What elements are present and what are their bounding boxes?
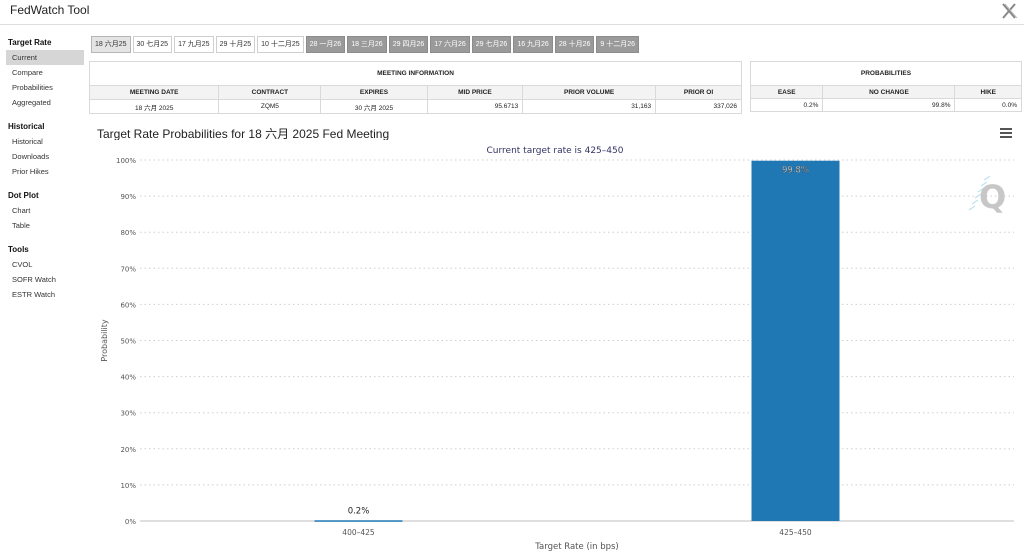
column-header: MID PRICE <box>426 85 524 100</box>
meeting-date-tab[interactable]: 28 十月26 <box>554 36 595 53</box>
meeting-date-tab[interactable]: 10 十二月25 <box>257 36 304 53</box>
title-divider <box>0 24 1024 25</box>
meeting-date-tab[interactable]: 9 十二月26 <box>596 36 639 53</box>
sidebar-item[interactable]: Historical <box>6 134 84 149</box>
probability-bar-chart: Current target rate is 425–450 0% 10% 20% 30… <box>89 140 1021 554</box>
meeting-date-tab[interactable]: 16 九月26 <box>513 36 553 53</box>
sidebar-heading: Historical <box>8 122 45 131</box>
table-cell: 31,163 <box>522 99 657 114</box>
meeting-date-tab[interactable]: 17 六月26 <box>430 36 470 53</box>
sidebar-section: Historical Historical Downloads Prior Hikes <box>6 118 84 179</box>
meeting-date-tab[interactable]: 29 七月26 <box>471 36 512 53</box>
close-icon[interactable] <box>1000 2 1018 20</box>
sidebar-item[interactable]: Probabilities <box>6 80 84 95</box>
table-cell: 95.6713 <box>426 99 524 114</box>
x-tick-label: 425–450 <box>779 528 812 537</box>
x-tick-label: 400–425 <box>342 528 375 537</box>
meeting-date-tabs: 18 六月25 30 七月25 17 九月25 29 十月25 10 十二月25 28 一… <box>91 36 641 53</box>
column-header: NO CHANGE <box>822 85 956 99</box>
sidebar-section: Target Rate Current Compare Probabilities Ag… <box>6 34 84 110</box>
column-header: HIKE <box>954 85 1022 99</box>
column-header: PRIOR OI <box>655 85 742 100</box>
sidebar-heading: Tools <box>8 245 29 254</box>
svg-text:Q: Q <box>979 178 1006 216</box>
bar[interactable] <box>751 160 840 522</box>
y-tick-label: 30% <box>120 410 136 418</box>
column-header: EASE <box>749 85 824 99</box>
sidebar-item[interactable]: CVOL <box>6 257 84 272</box>
y-tick-label: 20% <box>120 446 136 454</box>
meeting-information-table: MEETING INFORMATION MEETING DATE CONTRACT… <box>88 61 742 114</box>
probabilities-group-header: PROBABILITIES <box>750 61 1022 86</box>
table-cell: 99.8% <box>822 98 956 112</box>
column-header: EXPIRES <box>320 85 428 100</box>
y-tick-label: 40% <box>120 374 136 382</box>
meeting-date-tab[interactable]: 29 四月26 <box>388 36 429 53</box>
chart-subtitle: Current target rate is 425–450 <box>487 146 624 156</box>
column-header: MEETING DATE <box>88 85 220 100</box>
bar[interactable] <box>314 520 403 522</box>
meeting-date-tab[interactable]: 30 七月25 <box>132 36 173 53</box>
bar-data-label: 99.8% <box>782 166 809 176</box>
sidebar-item[interactable]: Table <box>6 218 84 233</box>
meeting-date-tab[interactable]: 17 九月25 <box>174 36 214 53</box>
app-title: FedWatch Tool <box>10 3 90 17</box>
table-cell: 337,026 <box>655 99 742 114</box>
meeting-date-tab[interactable]: 28 一月26 <box>305 36 346 53</box>
sidebar-item[interactable]: Aggregated <box>6 95 84 110</box>
column-header: PRIOR VOLUME <box>522 85 657 100</box>
sidebar-section: Tools CVOL SOFR Watch ESTR Watch <box>6 241 84 302</box>
sidebar-item[interactable]: SOFR Watch <box>6 272 84 287</box>
table-cell: 0.0% <box>954 98 1022 112</box>
sidebar-item[interactable]: Current <box>6 50 84 65</box>
sidebar-item[interactable]: Prior Hikes <box>6 164 84 179</box>
probabilities-table: PROBABILITIES EASE NO CHANGE HIKE 0.2% 99.8… <box>749 61 1022 112</box>
y-tick-label: 0% <box>125 518 136 526</box>
y-tick-label: 80% <box>120 229 136 237</box>
column-header: CONTRACT <box>218 85 322 100</box>
table-cell: ZQM5 <box>218 99 322 114</box>
y-tick-label: 50% <box>120 338 136 346</box>
table-cell: 18 六月 2025 <box>88 99 220 114</box>
meeting-date-tab[interactable]: 18 三月26 <box>347 36 387 53</box>
y-tick-label: 100% <box>116 157 136 165</box>
x-axis-label: Target Rate (in bps) <box>534 542 619 552</box>
y-tick-label: 10% <box>120 482 136 490</box>
sidebar-heading: Dot Plot <box>8 191 39 200</box>
sidebar-section: Dot Plot Chart Table <box>6 187 84 233</box>
sidebar-item[interactable]: Chart <box>6 203 84 218</box>
sidebar-item[interactable]: Compare <box>6 65 84 80</box>
hamburger-menu-icon[interactable] <box>1000 128 1012 138</box>
y-tick-label: 90% <box>120 193 136 201</box>
chart-background <box>89 140 1021 554</box>
sidebar: Target Rate Current Compare Probabilities Ag… <box>6 34 84 310</box>
y-tick-label: 60% <box>120 301 136 309</box>
meeting-info-group-header: MEETING INFORMATION <box>89 61 742 86</box>
sidebar-heading: Target Rate <box>8 38 52 47</box>
y-axis-label: Probability <box>100 319 109 362</box>
table-cell: 30 六月 2025 <box>320 99 428 114</box>
meeting-date-tab[interactable]: 18 六月25 <box>91 36 131 53</box>
bar-data-label: 0.2% <box>348 506 370 516</box>
y-tick-label: 70% <box>120 265 136 273</box>
meeting-date-tab[interactable]: 29 十月25 <box>215 36 256 53</box>
table-cell: 0.2% <box>749 98 824 112</box>
sidebar-item[interactable]: ESTR Watch <box>6 287 84 302</box>
sidebar-item[interactable]: Downloads <box>6 149 84 164</box>
